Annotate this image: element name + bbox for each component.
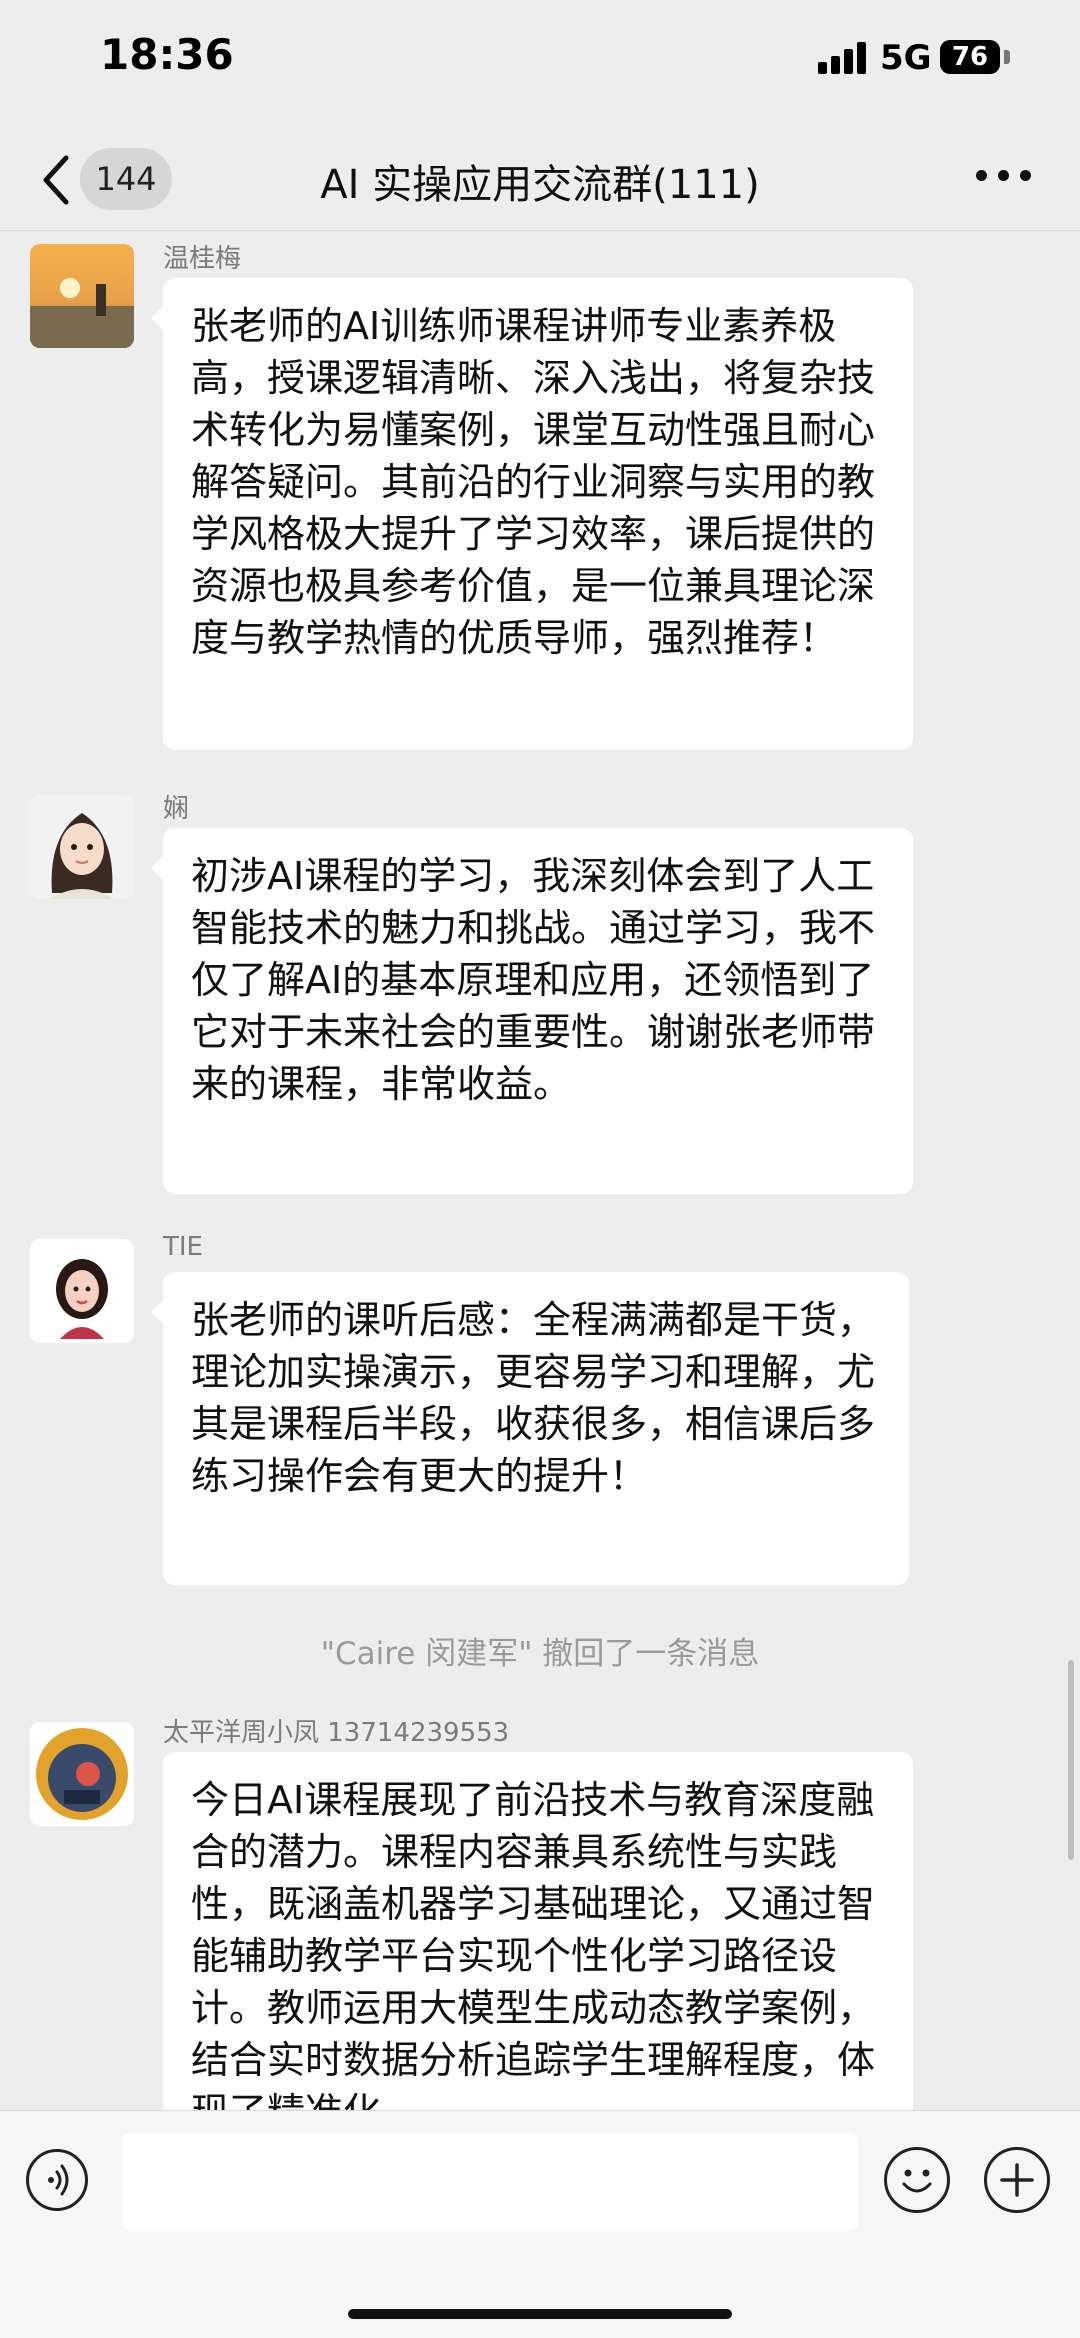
message-bubble[interactable]: 张老师的课听后感：全程满满都是干货，理论加实操演示，更容易学习和理解，尤其是课程… [151, 1272, 909, 1585]
avatar[interactable] [30, 244, 134, 348]
emoji-icon[interactable] [884, 2147, 950, 2213]
sender-name: TIE [163, 1232, 203, 1262]
chat-header: 144 AI 实操应用交流群(111) [0, 130, 1080, 231]
chat-title: AI 实操应用交流群(111) [320, 162, 760, 208]
status-time: 18:36 [100, 30, 234, 79]
sender-name: 娴 [163, 794, 190, 824]
sender-name: 太平洋周小凤 13714239553 [163, 1718, 510, 1748]
status-bar: 18:36 5G 76 [0, 0, 1080, 120]
avatar[interactable] [30, 1239, 134, 1343]
home-indicator[interactable] [348, 2309, 732, 2319]
input-bar [0, 2110, 1080, 2338]
voice-input-icon[interactable] [26, 2149, 88, 2211]
network-type: 5G [880, 38, 932, 78]
plus-icon[interactable] [984, 2147, 1050, 2213]
battery-icon: 76 [940, 40, 1000, 74]
message-input[interactable] [122, 2133, 858, 2231]
more-options-icon[interactable] [976, 170, 1032, 184]
message-bubble[interactable]: 今日AI课程展现了前沿技术与教育深度融合的潜力。课程内容兼具系统性与实践性，既涵… [163, 1752, 913, 2172]
scrollbar[interactable] [1068, 1660, 1074, 1860]
avatar[interactable] [30, 1722, 134, 1826]
message-bubble[interactable]: 张老师的AI训练师课程讲师专业素养极高，授课逻辑清晰、深入浅出，将复杂技术转化为… [151, 278, 913, 750]
message-bubble[interactable]: 初涉AI课程的学习，我深刻体会到了人工智能技术的魅力和挑战。通过学习，我不仅了解… [151, 828, 913, 1194]
sender-name: 温桂梅 [163, 244, 242, 274]
battery-tip [1004, 50, 1010, 64]
avatar[interactable] [30, 795, 134, 899]
cellular-signal-icon [818, 42, 870, 74]
recall-notice: "Caire 闵建军" 撤回了一条消息 [320, 1636, 760, 1672]
